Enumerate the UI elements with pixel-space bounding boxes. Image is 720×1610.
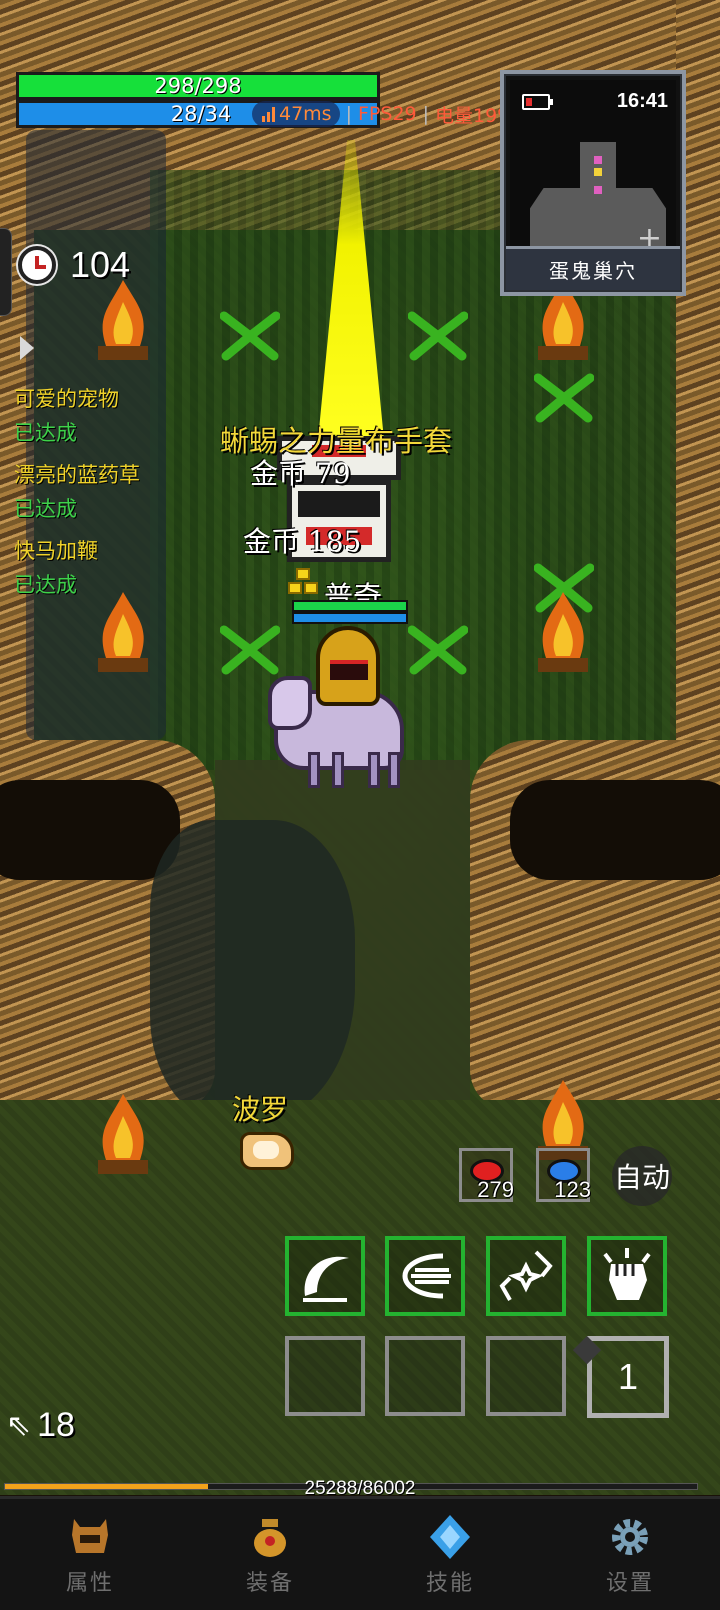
bag-icon	[254, 1518, 286, 1557]
hp-potion-button[interactable]: 279	[459, 1148, 514, 1202]
npc-marker-icon	[594, 186, 602, 194]
skill-slot-3[interactable]	[486, 1236, 566, 1316]
quest-item[interactable]: 快马加鞭 已达成	[14, 534, 174, 602]
network-status: 47ms | FPS29 | 电量19%	[252, 100, 515, 128]
hero-mp-bar	[292, 612, 408, 624]
quest-list: 可爱的宠物 已达成 漂亮的蓝药草 已达成 快马加鞭 已达成	[14, 382, 174, 610]
quest-status: 已达成	[14, 497, 77, 521]
pet-fox[interactable]	[236, 1124, 298, 1174]
minimap-clock: 16:41	[616, 90, 668, 112]
player-hp-bar: 298/298	[16, 72, 380, 100]
skill-page-toggle[interactable]: 1	[587, 1336, 669, 1418]
quest-item[interactable]: 可爱的宠物 已达成	[14, 382, 174, 450]
gold-drop-label: 金币 185	[243, 525, 362, 558]
fps-value: FPS29	[358, 103, 417, 125]
cave-hole-right	[510, 780, 720, 880]
hero-hp-bar	[292, 600, 408, 612]
player-level: ⇖ 18	[6, 1406, 75, 1445]
quest-title: 可爱的宠物	[14, 387, 119, 411]
player-marker-icon	[594, 156, 602, 164]
nav-attributes[interactable]: 属性	[0, 1499, 180, 1610]
nav-equipment[interactable]: 装备	[180, 1499, 360, 1610]
brazier-torch	[98, 1094, 148, 1174]
shadow-patch	[150, 820, 355, 1120]
nav-label: 设置	[605, 1570, 654, 1596]
dash-strike-icon	[402, 1253, 451, 1299]
stage-timer: 104	[18, 244, 130, 286]
fern-plant	[220, 311, 280, 361]
helmet-icon	[72, 1518, 108, 1553]
quest-status: 已达成	[14, 421, 77, 445]
battery-icon	[522, 94, 553, 110]
ping-pill: 47ms	[252, 101, 340, 127]
fern-plant	[534, 373, 594, 423]
quest-status: 已达成	[14, 573, 77, 597]
signal-icon	[262, 106, 275, 122]
golden-helmet	[316, 626, 380, 706]
mp-potion-button[interactable]: 123	[536, 1148, 591, 1202]
nav-label: 装备	[245, 1570, 294, 1596]
auto-battle-button[interactable]: 自动	[612, 1146, 672, 1206]
sword-level-icon: ⇖	[6, 1408, 32, 1443]
minimap-location-name: 蛋鬼巢穴	[506, 246, 680, 290]
skill-slot-4[interactable]	[587, 1236, 667, 1316]
horse-head	[268, 676, 312, 730]
minimap-area: 16:41 +	[510, 80, 676, 256]
hero-knight-on-horse[interactable]	[268, 626, 408, 788]
gold-drop-label: 金币 79	[250, 457, 351, 490]
ping-value: 47ms	[279, 103, 332, 125]
gold-pile-icon[interactable]	[286, 566, 326, 598]
level-value: 18	[37, 1406, 75, 1444]
star-burst-icon	[499, 1250, 553, 1301]
skill-slot-1[interactable]	[285, 1236, 365, 1316]
mp-potion-count: 123	[554, 1177, 591, 1202]
chest-marker-icon	[594, 168, 602, 176]
crescent-slash-icon	[303, 1256, 349, 1302]
skill-slot-2[interactable]	[385, 1236, 465, 1316]
minimap-room	[580, 142, 616, 192]
gear-icon	[612, 1518, 648, 1555]
crystal-icon	[430, 1514, 470, 1559]
side-drawer-handle[interactable]	[0, 228, 12, 316]
nav-settings[interactable]: 设置	[540, 1499, 720, 1610]
empty-skill-slot[interactable]	[385, 1336, 465, 1416]
pet-name-label: 波罗	[232, 1093, 289, 1126]
fern-plant	[408, 311, 468, 361]
hp-text: 298/298	[154, 74, 242, 98]
bottom-nav: 属性 装备 技能 设置	[0, 1496, 720, 1610]
empty-skill-slot[interactable]	[285, 1336, 365, 1416]
expand-arrow-icon[interactable]	[20, 336, 34, 360]
fern-plant	[408, 625, 468, 675]
quest-title: 快马加鞭	[14, 539, 98, 563]
minimap[interactable]: 16:41 + 蛋鬼巢穴	[500, 70, 686, 296]
empty-skill-slot[interactable]	[486, 1336, 566, 1416]
cave-hole-left	[0, 780, 180, 880]
timer-value: 104	[70, 244, 131, 285]
hp-potion-count: 279	[477, 1177, 514, 1202]
clock-icon	[18, 246, 56, 284]
brazier-torch	[98, 280, 148, 360]
nav-skills[interactable]: 技能	[360, 1499, 540, 1610]
quest-title: 漂亮的蓝药草	[14, 463, 140, 487]
brazier-torch	[538, 592, 588, 672]
nav-label: 技能	[425, 1570, 474, 1596]
power-fist-icon	[603, 1248, 651, 1300]
quest-item[interactable]: 漂亮的蓝药草 已达成	[14, 458, 174, 526]
nav-label: 属性	[65, 1570, 114, 1596]
